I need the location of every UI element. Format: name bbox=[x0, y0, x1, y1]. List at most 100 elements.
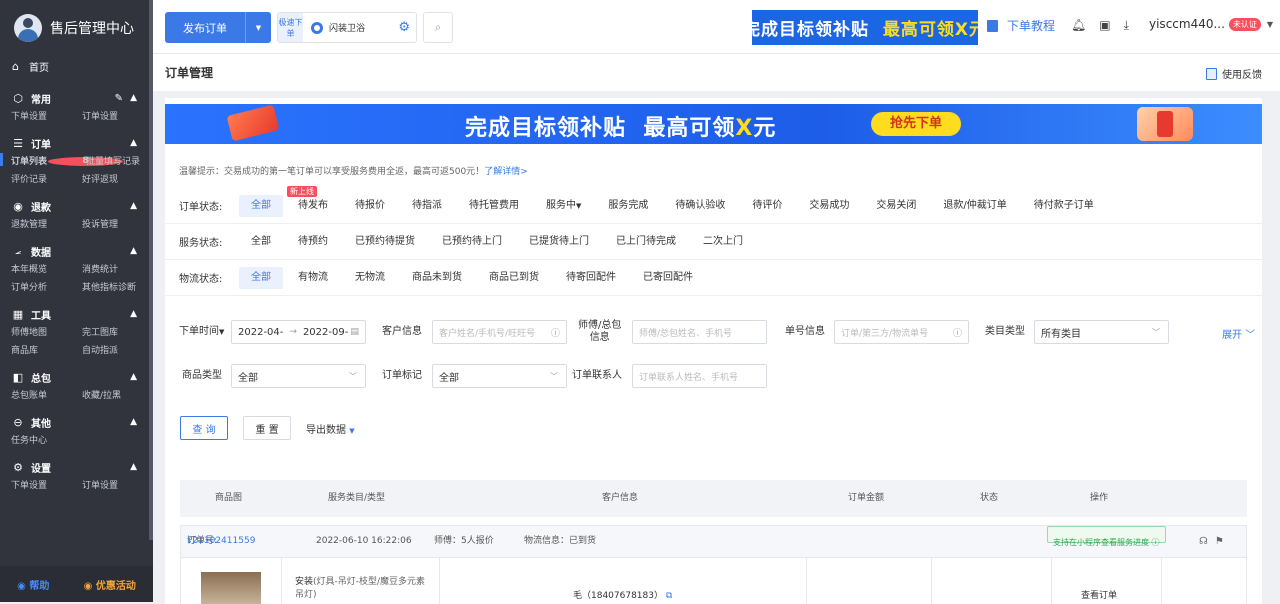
chevron-up-icon[interactable]: ▲ bbox=[130, 372, 137, 382]
chip-all[interactable]: 全部 bbox=[239, 194, 283, 217]
sidebar-item-order-analysis[interactable]: 订单分析 bbox=[11, 280, 82, 293]
sidebar-group-header[interactable]: ◧ 总包 ▲ bbox=[0, 369, 153, 385]
feedback-link[interactable]: 使用反馈 bbox=[1206, 66, 1262, 81]
sidebar-item-home[interactable]: ⌂ 首页 bbox=[12, 58, 153, 74]
product-type-select[interactable]: 全部 ﹀ bbox=[231, 364, 366, 388]
chevron-down-icon[interactable]: ▼ bbox=[1267, 20, 1273, 29]
chip-success[interactable]: 交易成功 bbox=[797, 195, 861, 217]
chip-unpaid-sub[interactable]: 待付款子订单 bbox=[1022, 195, 1106, 217]
sidebar-item-year-overview[interactable]: 本年概览 bbox=[11, 262, 82, 275]
view-order-link[interactable]: 查看订单 bbox=[1081, 588, 1117, 601]
expand-link[interactable]: 展开 ﹀ bbox=[1222, 326, 1255, 341]
chip-closed[interactable]: 交易关闭 bbox=[864, 195, 928, 217]
sidebar-item-master-map[interactable]: 师傅地图 bbox=[11, 325, 82, 338]
chevron-up-icon[interactable]: ▲ bbox=[130, 462, 137, 472]
order-tutorial-link[interactable]: 下单教程 bbox=[987, 17, 1055, 34]
subsidy-banner[interactable]: 完成目标领补贴 最高可领X元 抢先下单 bbox=[165, 104, 1262, 144]
flag-icon[interactable]: ⚑ bbox=[1215, 526, 1224, 557]
chevron-up-icon[interactable]: ▲ bbox=[130, 246, 137, 256]
order-no-input[interactable]: 订单/第三方/物流单号 ⓘ bbox=[834, 320, 969, 344]
publish-order-button[interactable]: 发布订单 ▼ bbox=[165, 12, 271, 43]
reset-button[interactable]: 重 置 bbox=[243, 416, 291, 440]
sidebar-item-task-center[interactable]: 任务中心 bbox=[11, 433, 86, 446]
chip-to-book[interactable]: 待预约 bbox=[286, 231, 340, 253]
sidebar-item-refund-manage[interactable]: 退款管理 bbox=[11, 217, 82, 230]
chip-returned-parts[interactable]: 已寄回配件 bbox=[631, 267, 705, 289]
user-menu[interactable]: yisccm440... 未认证 ▼ bbox=[1149, 17, 1273, 31]
export-data-dropdown[interactable]: 导出数据 ▼ bbox=[306, 421, 355, 436]
category-select[interactable]: 所有类目 ﹀ bbox=[1034, 320, 1169, 344]
chip-service-done[interactable]: 服务完成 bbox=[596, 195, 660, 217]
order-id-link[interactable]: P21102411559 bbox=[187, 526, 255, 557]
sidebar-group-header[interactable]: ⚙ 设置 ▲ bbox=[0, 459, 153, 475]
download-icon[interactable]: ⤓ bbox=[1124, 18, 1129, 33]
order-now-button[interactable]: 抢先下单 bbox=[871, 112, 961, 136]
copy-icon[interactable]: ⧉ bbox=[666, 591, 672, 601]
gear-icon[interactable]: ⚙ bbox=[398, 20, 410, 35]
sidebar-item-reviews[interactable]: 评价记录 bbox=[11, 172, 82, 185]
sidebar-item-order-config[interactable]: 订单设置 bbox=[82, 109, 153, 122]
sidebar-item-gallery[interactable]: 完工图库 bbox=[82, 325, 153, 338]
chip-has-logistics[interactable]: 有物流 bbox=[286, 267, 340, 289]
chip-all[interactable]: 全部 bbox=[239, 266, 283, 289]
chip-to-review[interactable]: 待评价 bbox=[740, 195, 794, 217]
sidebar-item-other-metrics[interactable]: 其他指标诊断 bbox=[82, 280, 153, 293]
wallet-icon[interactable]: ▣ bbox=[1099, 18, 1110, 33]
subsidy-banner-small[interactable]: 完成目标领补贴 最高可领X元 bbox=[752, 10, 978, 45]
date-range-picker[interactable]: 2022-04- → 2022-09- ▤ bbox=[231, 320, 366, 344]
product-thumbnail[interactable] bbox=[201, 572, 261, 604]
chevron-up-icon[interactable]: ▲ bbox=[130, 417, 137, 427]
headset-icon[interactable]: ☊ bbox=[1199, 526, 1208, 557]
sidebar-group-header[interactable]: ▦ 工具 ▲ bbox=[0, 306, 153, 322]
chip-not-arrived[interactable]: 商品未到货 bbox=[400, 267, 474, 289]
chip-no-logistics[interactable]: 无物流 bbox=[343, 267, 397, 289]
edit-icon[interactable]: ✎ bbox=[115, 93, 123, 104]
chip-refund[interactable]: 退款/仲裁订单 bbox=[931, 195, 1018, 217]
sidebar-item-order-config-2[interactable]: 订单设置 bbox=[82, 478, 153, 491]
chevron-up-icon[interactable]: ▲ bbox=[130, 201, 137, 211]
sidebar-item-product-lib[interactable]: 商品库 bbox=[11, 343, 82, 356]
chip-arrived[interactable]: 商品已到货 bbox=[477, 267, 551, 289]
sidebar-group-header[interactable]: ⦟ 数据 ▲ bbox=[0, 243, 153, 259]
sidebar-item-package-bill[interactable]: 总包账单 bbox=[11, 388, 82, 401]
chip-to-quote[interactable]: 待报价 bbox=[343, 195, 397, 217]
sidebar-item-batch-records[interactable]: 批量填写记录 bbox=[86, 154, 153, 167]
sidebar-group-header[interactable]: ☰ 订单 ▲ bbox=[0, 135, 153, 151]
customer-input[interactable]: 客户姓名/手机号/旺旺号 ⓘ bbox=[432, 320, 567, 344]
chip-to-escrow[interactable]: 待托管费用 bbox=[457, 195, 531, 217]
order-time-select[interactable]: 下单时间▼ bbox=[179, 326, 224, 338]
query-button[interactable]: 查 询 bbox=[180, 416, 228, 440]
sidebar-item-order-setting-2[interactable]: 下单设置 bbox=[11, 478, 82, 491]
master-input[interactable]: 师傅/总包姓名、手机号 bbox=[632, 320, 767, 344]
contact-input[interactable]: 订单联系人姓名、手机号 bbox=[632, 364, 767, 388]
chip-to-assign[interactable]: 待指派 bbox=[400, 195, 454, 217]
sidebar-group-header[interactable]: ⊖ 其他 ▲ bbox=[0, 414, 153, 430]
chip-picked-visit[interactable]: 已提货待上门 bbox=[517, 231, 601, 253]
bell-icon[interactable]: 🔔︎ bbox=[1071, 18, 1086, 33]
chip-to-return-parts[interactable]: 待寄回配件 bbox=[554, 267, 628, 289]
sidebar-group-header[interactable]: ⬡ 常用 ✎ ▲ bbox=[0, 90, 153, 106]
sidebar-item-order-setting[interactable]: 下单设置 bbox=[11, 109, 82, 122]
chip-in-service[interactable]: 服务中▼ bbox=[534, 195, 593, 217]
chip-to-publish[interactable]: 新上线 待发布 bbox=[286, 185, 340, 217]
chip-to-confirm[interactable]: 待确认验收 bbox=[663, 195, 737, 217]
help-button[interactable]: ◉ 帮助 bbox=[17, 577, 49, 592]
mini-program-tag[interactable]: 支持在小程序查看服务进度 ⓘ bbox=[1047, 526, 1166, 547]
sidebar-item-favorites[interactable]: 收藏/拉黑 bbox=[82, 388, 153, 401]
sidebar-item-cashback[interactable]: 好评返现 bbox=[82, 172, 153, 185]
chevron-down-icon[interactable]: ▼ bbox=[246, 24, 271, 32]
sidebar-item-complaints[interactable]: 投诉管理 bbox=[82, 217, 153, 230]
promo-button[interactable]: ◉ 优惠活动 bbox=[84, 577, 136, 592]
search-button[interactable]: ⌕ bbox=[423, 12, 453, 43]
learn-more-link[interactable]: 了解详情> bbox=[484, 167, 528, 177]
chip-all[interactable]: 全部 bbox=[239, 231, 283, 253]
shop-selector[interactable]: 极速下单 闪装卫浴 ⚙ bbox=[277, 12, 417, 43]
sidebar-item-order-list[interactable]: 订单列表 8 bbox=[11, 154, 124, 167]
chip-booked-pickup[interactable]: 已预约待提货 bbox=[343, 231, 427, 253]
sidebar-group-header[interactable]: ◉ 退款 ▲ bbox=[0, 198, 153, 214]
chevron-up-icon[interactable]: ▲ bbox=[130, 138, 137, 148]
sidebar-item-spend-stats[interactable]: 消费统计 bbox=[82, 262, 153, 275]
order-mark-select[interactable]: 全部 ﹀ bbox=[432, 364, 567, 388]
chip-visited-pending[interactable]: 已上门待完成 bbox=[604, 231, 688, 253]
chip-second-visit[interactable]: 二次上门 bbox=[691, 231, 755, 253]
